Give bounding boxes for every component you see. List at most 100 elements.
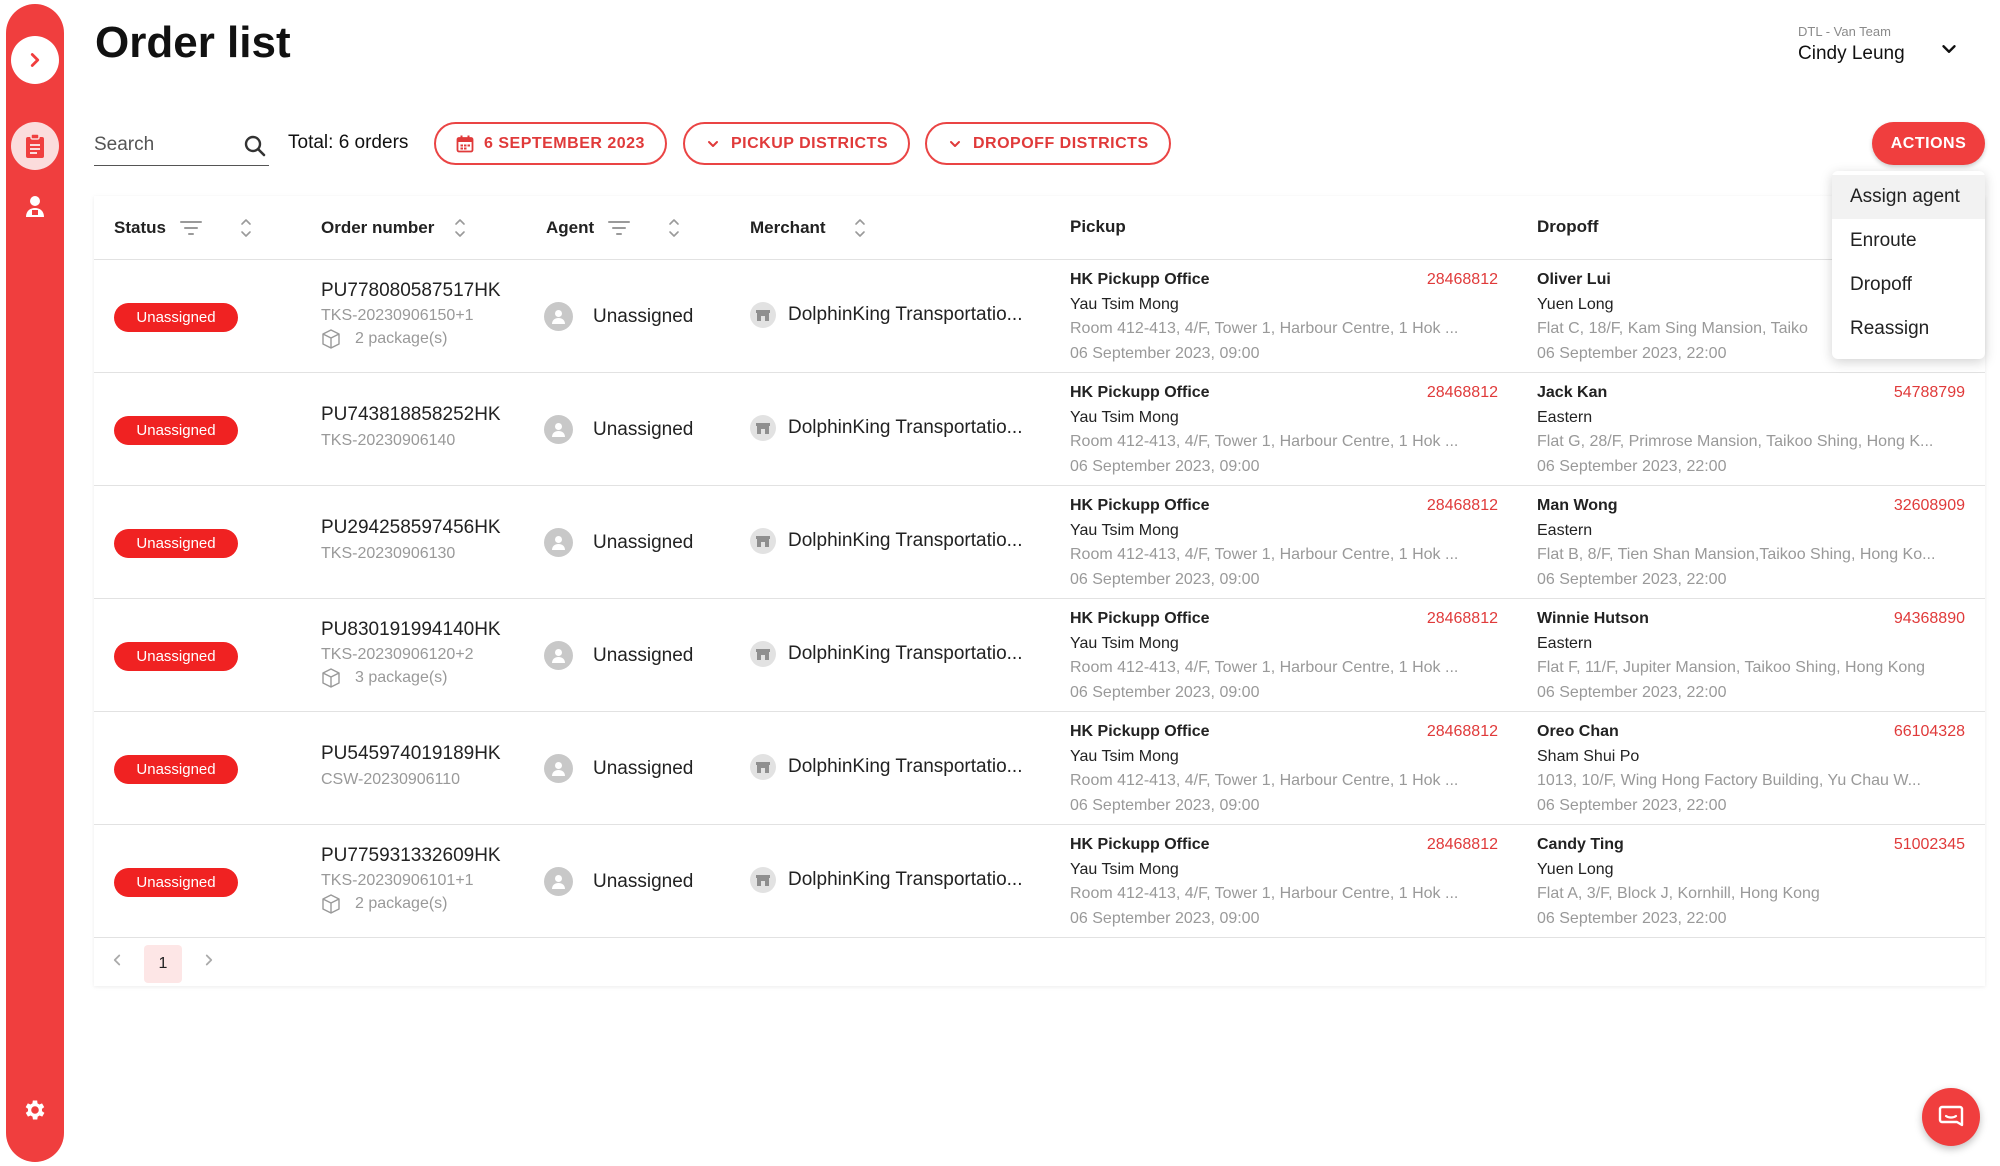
pickup-address: Room 412-413, 4/F, Tower 1, Harbour Cent… — [1070, 659, 1459, 676]
column-header-merchant: Merchant — [750, 217, 866, 239]
sort-icon[interactable] — [854, 217, 866, 239]
pickup-phone: 28468812 — [1426, 836, 1498, 853]
sidebar-item-settings[interactable] — [11, 1086, 59, 1134]
package-icon — [322, 329, 340, 349]
date-filter-button[interactable]: 6 SEPTEMBER 2023 — [434, 122, 667, 165]
chevron-down-icon — [708, 140, 718, 147]
chevron-right-icon[interactable] — [200, 951, 218, 969]
store-icon — [750, 302, 776, 328]
chat-button[interactable] — [1922, 1088, 1980, 1146]
dropoff-header-label: Dropoff — [1537, 217, 1599, 236]
agent-header-label: Agent — [546, 218, 595, 237]
pickup-district: Yau Tsim Mong — [1070, 295, 1179, 313]
user-menu[interactable]: DTL - Van Team Cindy Leung — [1790, 24, 1960, 65]
sidebar-item-agents[interactable] — [11, 182, 59, 230]
pickup-address: Room 412-413, 4/F, Tower 1, Harbour Cent… — [1070, 433, 1459, 450]
merchant-name: DolphinKing Transportatio... — [788, 530, 1023, 551]
pickup-time: 06 September 2023, 09:00 — [1070, 683, 1260, 701]
dropoff-districts-button[interactable]: DROPOFF DISTRICTS — [925, 122, 1171, 165]
page-title: Order list — [95, 18, 291, 67]
person-icon — [552, 423, 565, 437]
search-icon[interactable] — [243, 134, 267, 158]
dropoff-cell: Man Wong 32608909 Eastern Flat B, 8/F, T… — [1537, 494, 1965, 592]
order-number[interactable]: PU294258597456HK — [321, 517, 501, 539]
person-icon — [552, 310, 565, 324]
table-row[interactable]: Unassigned PU775931332609HK TKS-20230906… — [94, 825, 1985, 938]
dropoff-district: Eastern — [1537, 521, 1593, 539]
sort-icon[interactable] — [454, 217, 466, 239]
table-row[interactable]: Unassigned PU294258597456HK TKS-20230906… — [94, 486, 1985, 599]
avatar — [544, 528, 573, 557]
table-row[interactable]: Unassigned PU545974019189HK CSW-20230906… — [94, 712, 1985, 825]
status-badge: Unassigned — [114, 868, 238, 897]
search-input[interactable] — [94, 126, 234, 164]
merchant-name: DolphinKing Transportatio... — [788, 643, 1023, 664]
menu-item-dropoff[interactable]: Dropoff — [1832, 263, 1985, 307]
pickup-cell: HK Pickupp Office 28468812 Yau Tsim Mong… — [1070, 720, 1498, 818]
menu-item-reassign[interactable]: Reassign — [1832, 307, 1985, 351]
pickup-time: 06 September 2023, 09:00 — [1070, 457, 1260, 475]
dropoff-address: Flat B, 8/F, Tien Shan Mansion,Taikoo Sh… — [1537, 546, 1936, 563]
menu-item-assign-agent[interactable]: Assign agent — [1832, 175, 1985, 219]
pickup-districts-button[interactable]: PICKUP DISTRICTS — [683, 122, 911, 165]
actions-menu: Assign agent Enroute Dropoff Reassign — [1832, 171, 1985, 359]
order-reference: TKS-20230906130 — [321, 545, 456, 562]
order-reference: TKS-20230906120+2 — [321, 646, 474, 663]
actions-button[interactable]: ACTIONS — [1872, 122, 1985, 165]
person-icon — [552, 762, 565, 776]
pickup-address: Room 412-413, 4/F, Tower 1, Harbour Cent… — [1070, 320, 1459, 337]
order-number[interactable]: PU830191994140HK — [321, 619, 501, 641]
chevron-down-icon — [950, 140, 960, 147]
filter-icon[interactable] — [608, 219, 631, 237]
merchant-name: DolphinKing Transportatio... — [788, 304, 1023, 325]
table-row[interactable]: Unassigned PU743818858252HK TKS-20230906… — [94, 373, 1985, 486]
dropoff-address: Flat A, 3/F, Block J, Kornhill, Hong Kon… — [1537, 885, 1820, 902]
sort-icon[interactable] — [240, 217, 252, 239]
person-icon — [552, 536, 565, 550]
dropoff-districts-label: DROPOFF DISTRICTS — [973, 134, 1149, 152]
pickup-cell: HK Pickupp Office 28468812 Yau Tsim Mong… — [1070, 494, 1498, 592]
agent-cell: Unassigned — [544, 867, 693, 896]
pickup-address: Room 412-413, 4/F, Tower 1, Harbour Cent… — [1070, 772, 1459, 789]
order-number[interactable]: PU778080587517HK — [321, 280, 501, 302]
sidebar-toggle-button[interactable] — [11, 36, 59, 84]
user-name: Cindy Leung — [1798, 43, 1905, 64]
table-row[interactable]: Unassigned PU830191994140HK TKS-20230906… — [94, 599, 1985, 712]
merchant-header-label: Merchant — [750, 218, 826, 237]
agent-cell: Unassigned — [544, 415, 693, 444]
order-number[interactable]: PU545974019189HK — [321, 743, 501, 765]
sidebar-item-orders[interactable] — [11, 122, 59, 170]
dropoff-phone: 66104328 — [1893, 723, 1965, 740]
sort-icon[interactable] — [668, 217, 680, 239]
merchant-cell: DolphinKing Transportatio... — [750, 754, 1050, 780]
agent-name: Unassigned — [593, 305, 694, 327]
dropoff-time: 06 September 2023, 22:00 — [1537, 457, 1727, 475]
page-number[interactable]: 1 — [144, 945, 182, 983]
chevron-down-icon[interactable] — [1938, 38, 1960, 60]
chevron-left-icon[interactable] — [108, 951, 126, 969]
package-count: 2 package(s) — [321, 329, 448, 349]
order-reference: TKS-20230906150+1 — [321, 307, 474, 324]
person-icon — [552, 875, 565, 889]
dropoff-time: 06 September 2023, 22:00 — [1537, 683, 1727, 701]
package-icon — [322, 668, 340, 688]
avatar — [544, 302, 573, 331]
package-count: 3 package(s) — [321, 668, 448, 688]
pickup-time: 06 September 2023, 09:00 — [1070, 570, 1260, 588]
menu-item-enroute[interactable]: Enroute — [1832, 219, 1985, 263]
order-number[interactable]: PU743818858252HK — [321, 404, 501, 426]
package-count-label: 3 package(s) — [355, 669, 448, 686]
dropoff-phone: 32608909 — [1893, 497, 1965, 514]
filter-icon[interactable] — [179, 219, 202, 237]
order-number[interactable]: PU775931332609HK — [321, 845, 501, 867]
status-badge: Unassigned — [114, 642, 238, 671]
sidebar — [6, 4, 64, 1162]
column-header-pickup: Pickup — [1070, 217, 1126, 237]
pickup-district: Yau Tsim Mong — [1070, 634, 1179, 652]
table-row[interactable]: Unassigned PU778080587517HK TKS-20230906… — [94, 260, 1985, 373]
status-badge: Unassigned — [114, 529, 238, 558]
agent-icon — [26, 196, 44, 217]
status-header-label: Status — [114, 218, 166, 237]
status-badge: Unassigned — [114, 416, 238, 445]
avatar — [544, 641, 573, 670]
